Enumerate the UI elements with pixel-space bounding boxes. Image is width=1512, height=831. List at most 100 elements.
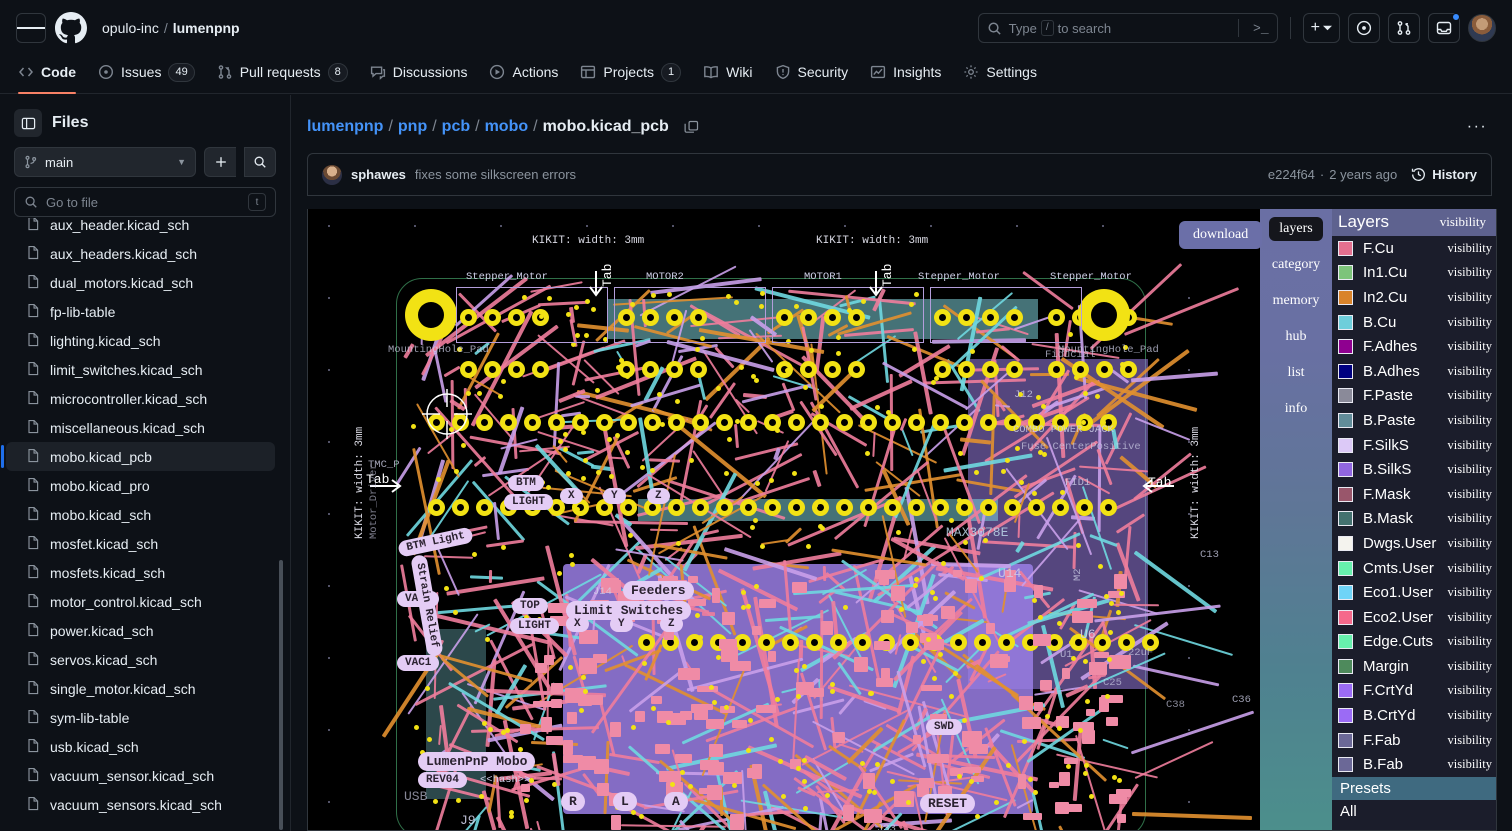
- layer-row[interactable]: F.SilkSvisibility: [1332, 433, 1496, 458]
- history-button[interactable]: History: [1411, 167, 1477, 182]
- file-list-item[interactable]: servos.kicad_sch: [6, 645, 275, 674]
- layer-visibility-toggle[interactable]: visibility: [1448, 315, 1492, 330]
- layer-row[interactable]: B.Maskvisibility: [1332, 507, 1496, 532]
- layer-row[interactable]: B.SilkSvisibility: [1332, 457, 1496, 482]
- layer-color-swatch[interactable]: [1338, 241, 1353, 256]
- layer-color-swatch[interactable]: [1338, 487, 1353, 502]
- layer-color-swatch[interactable]: [1338, 413, 1353, 428]
- layer-row[interactable]: In1.Cuvisibility: [1332, 261, 1496, 286]
- layer-visibility-toggle[interactable]: visibility: [1448, 462, 1492, 477]
- file-list-item[interactable]: limit_switches.kicad_sch: [6, 355, 275, 384]
- layer-row[interactable]: F.Pastevisibility: [1332, 384, 1496, 409]
- layer-color-swatch[interactable]: [1338, 585, 1353, 600]
- layer-color-swatch[interactable]: [1338, 315, 1353, 330]
- layer-row[interactable]: Cmts.Uservisibility: [1332, 556, 1496, 581]
- file-list-item[interactable]: mosfet.kicad_sch: [6, 529, 275, 558]
- layer-visibility-toggle[interactable]: visibility: [1448, 487, 1492, 502]
- layer-visibility-toggle[interactable]: visibility: [1448, 610, 1492, 625]
- panel-tab-list[interactable]: list: [1277, 361, 1314, 385]
- pull-requests-button[interactable]: [1388, 13, 1420, 43]
- layer-visibility-toggle[interactable]: visibility: [1448, 733, 1492, 748]
- file-list-item[interactable]: microcontroller.kicad_sch: [6, 384, 275, 413]
- file-list-item[interactable]: mosfets.kicad_sch: [6, 558, 275, 587]
- layer-row[interactable]: F.Cuvisibility: [1332, 236, 1496, 261]
- avatar[interactable]: [1468, 14, 1496, 42]
- pcb-canvas[interactable]: KIKIT: width: 3mm KIKIT: width: 3mm KIKI…: [308, 209, 1496, 830]
- layer-visibility-toggle[interactable]: visibility: [1448, 413, 1492, 428]
- file-list-item[interactable]: vacuum_sensor.kicad_sch: [6, 761, 275, 790]
- layer-visibility-toggle[interactable]: visibility: [1448, 757, 1492, 772]
- layer-list[interactable]: F.CuvisibilityIn1.CuvisibilityIn2.Cuvisi…: [1332, 236, 1496, 777]
- layer-color-swatch[interactable]: [1338, 708, 1353, 723]
- layer-color-swatch[interactable]: [1338, 462, 1353, 477]
- pcb-viewer[interactable]: KIKIT: width: 3mm KIKIT: width: 3mm KIKI…: [307, 209, 1497, 831]
- nav-item-projects[interactable]: Projects1: [570, 56, 691, 88]
- layer-color-swatch[interactable]: [1338, 536, 1353, 551]
- file-list-item[interactable]: miscellaneous.kicad_sch: [6, 413, 275, 442]
- breadcrumb-item[interactable]: pnp: [398, 118, 427, 136]
- layer-color-swatch[interactable]: [1338, 438, 1353, 453]
- layer-visibility-toggle[interactable]: visibility: [1448, 536, 1492, 551]
- hamburger-icon[interactable]: [16, 13, 46, 43]
- layer-row[interactable]: F.Adhesvisibility: [1332, 334, 1496, 359]
- layer-row[interactable]: In2.Cuvisibility: [1332, 285, 1496, 310]
- layer-color-swatch[interactable]: [1338, 561, 1353, 576]
- github-logo-icon[interactable]: [54, 11, 88, 45]
- layer-visibility-toggle[interactable]: visibility: [1448, 585, 1492, 600]
- file-list-item[interactable]: usb.kicad_sch: [6, 732, 275, 761]
- download-button[interactable]: download: [1179, 221, 1262, 249]
- panel-tab-info[interactable]: info: [1275, 397, 1318, 421]
- go-to-file-field[interactable]: t: [14, 187, 276, 217]
- breadcrumb-item[interactable]: mobo.kicad_pcb: [543, 118, 669, 136]
- nav-item-security[interactable]: Security: [765, 56, 859, 88]
- file-list-item[interactable]: power.kicad_sch: [6, 616, 275, 645]
- file-list-item[interactable]: fp-lib-table: [6, 297, 275, 326]
- preset-all[interactable]: All: [1332, 800, 1496, 823]
- more-options-button[interactable]: ···: [1462, 113, 1492, 141]
- nav-item-pull-requests[interactable]: Pull requests8: [207, 56, 358, 88]
- breadcrumb-item[interactable]: pcb: [442, 118, 470, 136]
- layer-visibility-toggle[interactable]: visibility: [1448, 241, 1492, 256]
- nav-item-issues[interactable]: Issues49: [88, 56, 205, 88]
- layer-row[interactable]: B.Pastevisibility: [1332, 408, 1496, 433]
- copy-icon[interactable]: [684, 120, 699, 135]
- file-list-item[interactable]: aux_headers.kicad_sch: [6, 239, 275, 268]
- panel-tab-hub[interactable]: hub: [1276, 325, 1317, 349]
- file-list-item[interactable]: mobo.kicad_pcb: [6, 442, 275, 471]
- panel-tab-category[interactable]: category: [1262, 253, 1330, 277]
- layer-visibility-toggle[interactable]: visibility: [1448, 364, 1492, 379]
- breadcrumb-item[interactable]: mobo: [485, 118, 529, 136]
- layer-color-swatch[interactable]: [1338, 610, 1353, 625]
- panel-tab-memory[interactable]: memory: [1263, 289, 1330, 313]
- layer-row[interactable]: F.Fabvisibility: [1332, 728, 1496, 753]
- layer-visibility-toggle[interactable]: visibility: [1448, 511, 1492, 526]
- layer-row[interactable]: F.CrtYdvisibility: [1332, 679, 1496, 704]
- layer-color-swatch[interactable]: [1338, 634, 1353, 649]
- layer-row[interactable]: Eco1.Uservisibility: [1332, 580, 1496, 605]
- layer-visibility-toggle[interactable]: visibility: [1448, 683, 1492, 698]
- layer-visibility-toggle[interactable]: visibility: [1448, 561, 1492, 576]
- layer-color-swatch[interactable]: [1338, 388, 1353, 403]
- breadcrumb-item[interactable]: lumenpnp: [307, 118, 383, 136]
- branch-selector[interactable]: main ▼: [14, 147, 196, 177]
- nav-item-discussions[interactable]: Discussions: [360, 56, 478, 88]
- layer-color-swatch[interactable]: [1338, 290, 1353, 305]
- layer-row[interactable]: Marginvisibility: [1332, 654, 1496, 679]
- command-palette-icon[interactable]: >_: [1246, 21, 1269, 36]
- file-list-item[interactable]: dual_motors.kicad_sch: [6, 268, 275, 297]
- commit-message[interactable]: fixes some silkscreen errors: [415, 167, 576, 182]
- file-list-item[interactable]: mobo.kicad_pro: [6, 471, 275, 500]
- sidebar-collapse-icon[interactable]: [14, 109, 42, 137]
- layer-row[interactable]: Eco2.Uservisibility: [1332, 605, 1496, 630]
- nav-item-wiki[interactable]: Wiki: [693, 56, 762, 88]
- layer-color-swatch[interactable]: [1338, 339, 1353, 354]
- panel-tab-layers[interactable]: layers: [1269, 217, 1322, 241]
- commit-author[interactable]: sphawes: [351, 167, 406, 182]
- repo-owner-link[interactable]: opulo-inc: [102, 20, 159, 36]
- layer-color-swatch[interactable]: [1338, 364, 1353, 379]
- file-list-item[interactable]: vacuum_sensors.kicad_sch: [6, 790, 275, 819]
- file-list-item[interactable]: motor_control.kicad_sch: [6, 587, 275, 616]
- file-tree[interactable]: aux_header.kicad_schaux_headers.kicad_sc…: [0, 218, 290, 831]
- notifications-button[interactable]: [1428, 13, 1460, 43]
- nav-item-insights[interactable]: Insights: [860, 56, 951, 88]
